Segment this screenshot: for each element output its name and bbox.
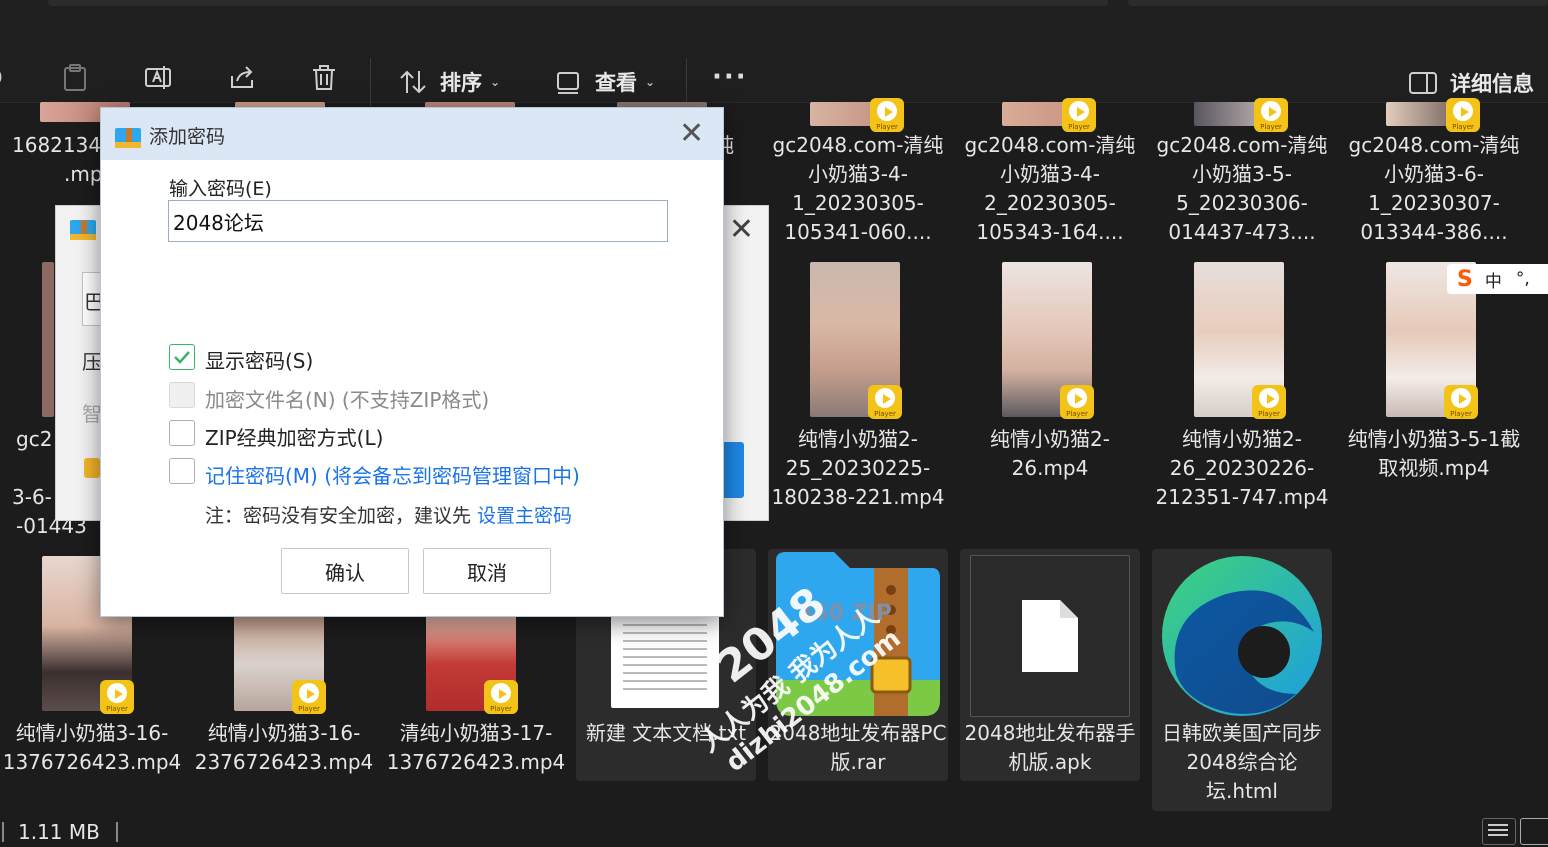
apk-file-icon[interactable] bbox=[970, 555, 1130, 717]
cancel-button[interactable]: 取消 bbox=[423, 548, 551, 594]
bg-dialog-label: 智 bbox=[82, 402, 102, 426]
details-pane-button[interactable]: 详细信息 bbox=[1408, 68, 1534, 98]
file-name[interactable]: gc2048.com-清纯小奶猫3-4-2_20230305-105343-16… bbox=[960, 131, 1140, 247]
file-name[interactable]: gc2048.com-清纯小奶猫3-5-5_20230306-014437-47… bbox=[1152, 131, 1332, 247]
bg-dialog-label: 压 bbox=[82, 350, 102, 374]
lock-icon[interactable] bbox=[84, 458, 100, 478]
encrypt-filenames-label: 加密文件名(N) (不支持ZIP格式) bbox=[205, 388, 490, 412]
player-icon: Player bbox=[292, 680, 326, 714]
360zip-archive-icon[interactable]: 360 ZIP bbox=[772, 550, 944, 720]
file-name[interactable]: 纯情小奶猫2-26_20230226-212351-747.mp4 bbox=[1152, 425, 1332, 512]
share-icon[interactable] bbox=[227, 62, 257, 92]
file-name[interactable]: 清纯小奶猫3-17-1376726423.mp4 bbox=[386, 719, 566, 777]
ime-punctuation[interactable]: °, bbox=[1516, 269, 1530, 289]
player-icon: Player bbox=[1252, 385, 1286, 419]
sort-label: 排序 bbox=[440, 71, 482, 95]
password-label: 输入密码(E) bbox=[169, 178, 272, 200]
view-button[interactable]: 查看 ⌄ bbox=[555, 64, 655, 100]
compress-button[interactable] bbox=[722, 442, 744, 498]
confirm-button[interactable]: 确认 bbox=[281, 548, 409, 594]
status-separator bbox=[2, 822, 4, 842]
close-icon[interactable]: ✕ bbox=[679, 116, 704, 151]
file-name[interactable]: gc2048.com-清纯小奶猫3-6-1_20230307-013344-38… bbox=[1344, 131, 1524, 247]
file-name[interactable]: 纯情小奶猫3-16-1376726423.mp4 bbox=[2, 719, 182, 777]
view-icon bbox=[557, 72, 579, 94]
sort-icon bbox=[400, 70, 426, 94]
checkmark-icon bbox=[174, 351, 190, 364]
player-icon: Player bbox=[1254, 98, 1288, 132]
dialog-title: 添加密码 bbox=[149, 126, 226, 148]
file-name[interactable]: 日韩欧美国产同步 2048综合论坛.html bbox=[1152, 719, 1332, 806]
cut-icon[interactable] bbox=[0, 62, 16, 92]
file-name[interactable]: 纯情小奶猫3-16-2376726423.mp4 bbox=[194, 719, 374, 777]
more-options-button[interactable]: ··· bbox=[712, 62, 748, 92]
player-icon: Player bbox=[1060, 385, 1094, 419]
ime-toolbar[interactable]: S 中 °, bbox=[1447, 264, 1548, 294]
delete-icon[interactable] bbox=[309, 62, 339, 92]
rename-icon[interactable] bbox=[143, 62, 173, 92]
zip-icon-text: 360 ZIP bbox=[798, 601, 892, 626]
password-input[interactable] bbox=[168, 200, 668, 242]
player-icon: Player bbox=[1062, 98, 1096, 132]
set-master-password-link[interactable]: 设置主密码 bbox=[477, 505, 572, 527]
file-name[interactable]: 新建 文本文档.txt bbox=[576, 719, 756, 748]
details-label: 详细信息 bbox=[1450, 72, 1534, 96]
toolbar-separator bbox=[686, 58, 687, 106]
command-bar: 排序 ⌄ 查看 ⌄ ··· 详细信息 bbox=[0, 20, 1548, 106]
player-icon: Player bbox=[1446, 98, 1480, 132]
video-thumbnail[interactable] bbox=[42, 262, 54, 417]
remember-password-checkbox[interactable] bbox=[169, 458, 195, 484]
archive-app-icon bbox=[115, 128, 141, 148]
chevron-down-icon: ⌄ bbox=[645, 75, 656, 89]
paste-icon[interactable] bbox=[60, 62, 90, 92]
security-note: 注：密码没有安全加密，建议先 设置主密码 bbox=[205, 505, 573, 527]
status-bar: 1.11 MB bbox=[0, 816, 1548, 844]
view-label: 查看 bbox=[595, 71, 637, 95]
file-name[interactable]: 1682134 bbox=[0, 131, 112, 160]
search-box[interactable] bbox=[1128, 0, 1548, 6]
close-icon[interactable]: ✕ bbox=[729, 212, 754, 247]
details-pane-icon bbox=[1409, 72, 1437, 94]
sort-button[interactable]: 排序 ⌄ bbox=[398, 64, 500, 100]
encrypt-filenames-checkbox bbox=[169, 382, 195, 408]
chevron-down-icon: ⌄ bbox=[490, 75, 501, 89]
details-view-button[interactable] bbox=[1482, 818, 1516, 845]
text-file-icon[interactable] bbox=[611, 612, 719, 708]
selection-size: 1.11 MB bbox=[18, 820, 100, 844]
sogou-logo-icon: S bbox=[1457, 266, 1473, 292]
zip-classic-label[interactable]: ZIP经典加密方式(L) bbox=[205, 422, 383, 451]
window-top-strip bbox=[0, 0, 1548, 20]
show-password-label[interactable]: 显示密码(S) bbox=[205, 345, 313, 374]
edge-browser-icon[interactable] bbox=[1156, 554, 1328, 718]
address-bar[interactable] bbox=[48, 0, 1108, 6]
zip-classic-checkbox[interactable] bbox=[169, 420, 195, 446]
player-icon: Player bbox=[100, 680, 134, 714]
status-separator bbox=[116, 822, 118, 842]
file-name[interactable]: gc2048.com-清纯小奶猫3-4-1_20230305-105341-06… bbox=[768, 131, 948, 247]
player-icon: Player bbox=[870, 98, 904, 132]
show-password-checkbox[interactable] bbox=[169, 344, 195, 370]
remember-password-label[interactable]: 记住密码(M) (将会备忘到密码管理窗口中) bbox=[205, 460, 580, 489]
archive-app-icon bbox=[70, 220, 96, 240]
player-icon: Player bbox=[868, 385, 902, 419]
player-icon: Player bbox=[1444, 385, 1478, 419]
toolbar-separator bbox=[370, 58, 371, 106]
player-icon: Player bbox=[484, 680, 518, 714]
blank-document-icon bbox=[1022, 600, 1078, 672]
add-password-dialog: 添加密码 ✕ 输入密码(E) 显示密码(S) 加密文件名(N) (不支持ZIP格… bbox=[100, 107, 724, 617]
file-name[interactable]: 纯情小奶猫3-5-1截取视频.mp4 bbox=[1344, 425, 1524, 483]
tiles-view-button[interactable] bbox=[1520, 818, 1548, 845]
file-name[interactable]: 2048地址发布器PC版.rar bbox=[768, 719, 948, 777]
ime-mode[interactable]: 中 bbox=[1485, 267, 1502, 292]
file-name[interactable]: 纯情小奶猫2-25_20230225-180238-221.mp4 bbox=[768, 425, 948, 512]
file-name[interactable]: 2048地址发布器手机版.apk bbox=[960, 719, 1140, 777]
list-icon bbox=[1488, 824, 1508, 836]
file-name[interactable]: 纯情小奶猫2-26.mp4 bbox=[960, 425, 1140, 483]
